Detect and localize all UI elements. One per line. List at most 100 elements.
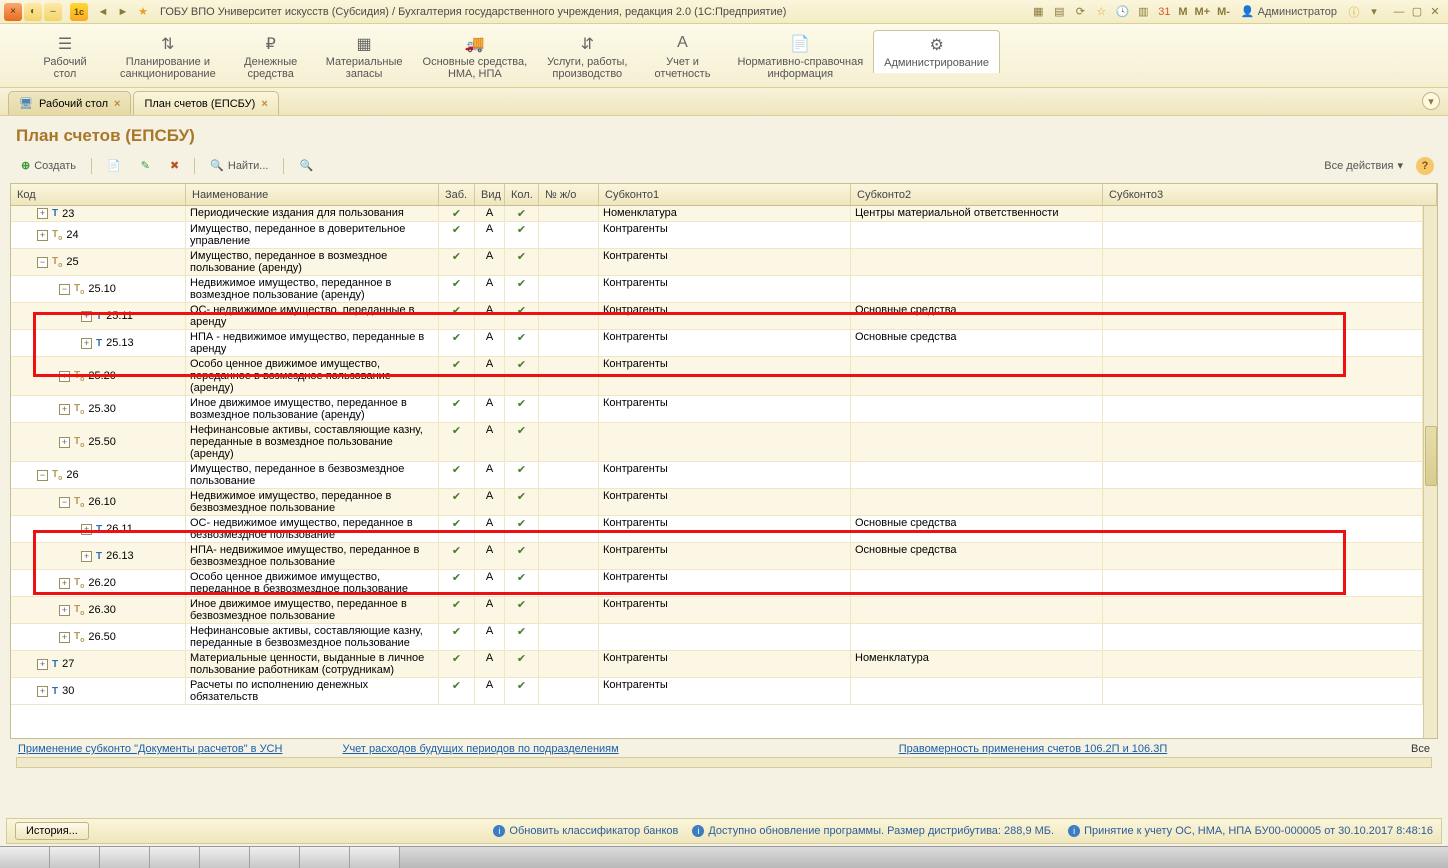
table-row[interactable]: −To25Имущество, переданное в возмездное … <box>11 249 1423 276</box>
find-button[interactable]: 🔍 Найти... <box>203 156 275 175</box>
win-min-top[interactable]: – <box>44 3 62 21</box>
tool-icon-3[interactable]: ⟳ <box>1071 3 1089 21</box>
tree-expander[interactable]: + <box>37 230 48 241</box>
tab-chart-close[interactable]: × <box>261 98 267 110</box>
nav-back-icon[interactable]: ◄ <box>94 3 112 21</box>
status-msg-1[interactable]: iОбновить классификатор банков <box>493 825 678 837</box>
link-future-costs[interactable]: Учет расходов будущих периодов по подраз… <box>342 743 618 755</box>
win-minimize-icon[interactable]: — <box>1390 3 1408 21</box>
tree-expander[interactable]: + <box>81 338 92 349</box>
table-row[interactable]: +To25.30Иное движимое имущество, передан… <box>11 396 1423 423</box>
col-sub1[interactable]: Субконто1 <box>599 184 851 205</box>
nav-fwd-icon[interactable]: ► <box>114 3 132 21</box>
collapse-tabs-icon[interactable]: ▾ <box>1422 92 1440 110</box>
toolbar-item-4[interactable]: 🚚Основные средства, НМА, НПА <box>413 30 538 84</box>
scrollbar-horizontal[interactable] <box>16 757 1432 768</box>
toolbar-item-3[interactable]: ▦Материальныезапасы <box>316 30 413 84</box>
tree-expander[interactable]: + <box>59 371 70 382</box>
tree-expander[interactable]: + <box>59 404 70 415</box>
tree-expander[interactable]: − <box>59 497 70 508</box>
tool-calc-icon[interactable]: ▥ <box>1134 3 1152 21</box>
toolbar-item-8[interactable]: ⚙Администрирование <box>873 30 1000 73</box>
toolbar-item-1[interactable]: ⇅Планирование исанкционирование <box>110 30 226 84</box>
table-row[interactable]: −To26.10Недвижимое имущество, переданное… <box>11 489 1423 516</box>
table-row[interactable]: −To25.10Недвижимое имущество, переданное… <box>11 276 1423 303</box>
scroll-thumb[interactable] <box>1425 426 1437 486</box>
table-row[interactable]: +To26.50Нефинансовые активы, составляющи… <box>11 624 1423 651</box>
win-restore-top[interactable]: ◐ <box>24 3 42 21</box>
link-all[interactable]: Все <box>1411 743 1430 755</box>
status-msg-3[interactable]: iПринятие к учету ОС, НМА, НПА БУ00-0000… <box>1068 825 1433 837</box>
table-row[interactable]: +T23Периодические издания для пользовани… <box>11 206 1423 222</box>
tool-calendar-icon[interactable]: 31 <box>1155 3 1173 21</box>
help-button[interactable]: ? <box>1416 157 1434 175</box>
create-button[interactable]: ⊕ Создать <box>14 156 83 175</box>
mem-mplus[interactable]: M+ <box>1193 6 1213 18</box>
table-row[interactable]: +To24Имущество, переданное в доверительн… <box>11 222 1423 249</box>
tree-expander[interactable]: + <box>59 578 70 589</box>
table-row[interactable]: +T30Расчеты по исполнению денежных обяза… <box>11 678 1423 705</box>
col-name[interactable]: Наименование <box>186 184 439 205</box>
info-dd-icon[interactable]: ▾ <box>1365 3 1383 21</box>
scrollbar-vertical[interactable] <box>1423 206 1437 738</box>
toolbar-item-0[interactable]: ☰Рабочийстол <box>20 30 110 84</box>
win-close-icon[interactable]: ✕ <box>1426 3 1444 21</box>
tool-star-icon[interactable]: ☆ <box>1092 3 1110 21</box>
col-code[interactable]: Код <box>11 184 186 205</box>
table-row[interactable]: +To25.20Особо ценное движимое имущество,… <box>11 357 1423 396</box>
tab-desktop[interactable]: 🖥 Рабочий стол × <box>8 91 131 115</box>
delete-button[interactable]: ✖ <box>163 156 186 175</box>
table-row[interactable]: +T26.11ОС- недвижимое имущество, передан… <box>11 516 1423 543</box>
table-row[interactable]: +T25.11ОС- недвижимое имущество, передан… <box>11 303 1423 330</box>
tree-expander[interactable]: − <box>37 257 48 268</box>
win-maximize-icon[interactable]: ▢ <box>1408 3 1426 21</box>
tab-chart-accounts[interactable]: План счетов (ЕПСБУ) × <box>133 91 278 115</box>
link-accounts-106[interactable]: Правомерность применения счетов 106.2П и… <box>899 743 1168 755</box>
tree-expander[interactable]: + <box>81 524 92 535</box>
tool-history-icon[interactable]: 🕓 <box>1113 3 1131 21</box>
toolbar-item-5[interactable]: ⇵Услуги, работы,производство <box>537 30 637 84</box>
col-sub2[interactable]: Субконто2 <box>851 184 1103 205</box>
mem-mminus[interactable]: M- <box>1215 6 1232 18</box>
table-row[interactable]: +T26.13НПА- недвижимое имущество, переда… <box>11 543 1423 570</box>
col-zab[interactable]: Заб. <box>439 184 475 205</box>
tree-expander[interactable]: + <box>37 659 48 670</box>
table-row[interactable]: +To25.50Нефинансовые активы, составляющи… <box>11 423 1423 462</box>
tree-expander[interactable]: + <box>37 208 48 219</box>
table-row[interactable]: +T25.13НПА - недвижимое имущество, перед… <box>11 330 1423 357</box>
tool-icon-1[interactable]: ▦ <box>1029 3 1047 21</box>
info-icon[interactable]: ⓘ <box>1346 4 1362 20</box>
favorite-star-icon[interactable]: ★ <box>134 3 152 21</box>
table-row[interactable]: −To26Имущество, переданное в безвозмездн… <box>11 462 1423 489</box>
tree-expander[interactable]: + <box>59 632 70 643</box>
toolbar-item-7[interactable]: 📄Нормативно-справочнаяинформация <box>727 30 873 84</box>
toolbar-item-2[interactable]: ₽Денежныесредства <box>226 30 316 84</box>
tree-expander[interactable]: − <box>37 470 48 481</box>
user-block[interactable]: 👤 Администратор <box>1241 5 1337 18</box>
toolbar-item-6[interactable]: AУчет иотчетность <box>637 30 727 84</box>
win-close-top[interactable]: × <box>4 3 22 21</box>
tree-expander[interactable]: + <box>59 437 70 448</box>
table-row[interactable]: +To26.30Иное движимое имущество, передан… <box>11 597 1423 624</box>
tab-desktop-close[interactable]: × <box>114 98 120 110</box>
tree-expander[interactable]: + <box>37 686 48 697</box>
link-subkonto[interactable]: Применение субконто "Документы расчетов"… <box>18 743 282 755</box>
table-row[interactable]: +T27Материальные ценности, выданные в ли… <box>11 651 1423 678</box>
grid-body[interactable]: +T23Периодические издания для пользовани… <box>11 206 1423 738</box>
mem-m[interactable]: M <box>1176 6 1189 18</box>
col-kol[interactable]: Кол. <box>505 184 539 205</box>
copy-button[interactable]: 📄 <box>100 156 128 175</box>
tool-icon-2[interactable]: ▤ <box>1050 3 1068 21</box>
col-nzo[interactable]: № ж/о <box>539 184 599 205</box>
table-row[interactable]: +To26.20Особо ценное движимое имущество,… <box>11 570 1423 597</box>
col-sub3[interactable]: Субконто3 <box>1103 184 1437 205</box>
all-actions-button[interactable]: Все действия ▾ <box>1317 156 1410 175</box>
tree-expander[interactable]: + <box>59 605 70 616</box>
tree-expander[interactable]: + <box>81 551 92 562</box>
col-vid[interactable]: Вид <box>475 184 505 205</box>
status-msg-2[interactable]: iДоступно обновление программы. Размер д… <box>692 825 1054 837</box>
tree-expander[interactable]: + <box>81 311 92 322</box>
zoom-button[interactable]: 🔍 <box>292 156 320 175</box>
edit-button[interactable]: ✎ <box>134 156 157 175</box>
tree-expander[interactable]: − <box>59 284 70 295</box>
